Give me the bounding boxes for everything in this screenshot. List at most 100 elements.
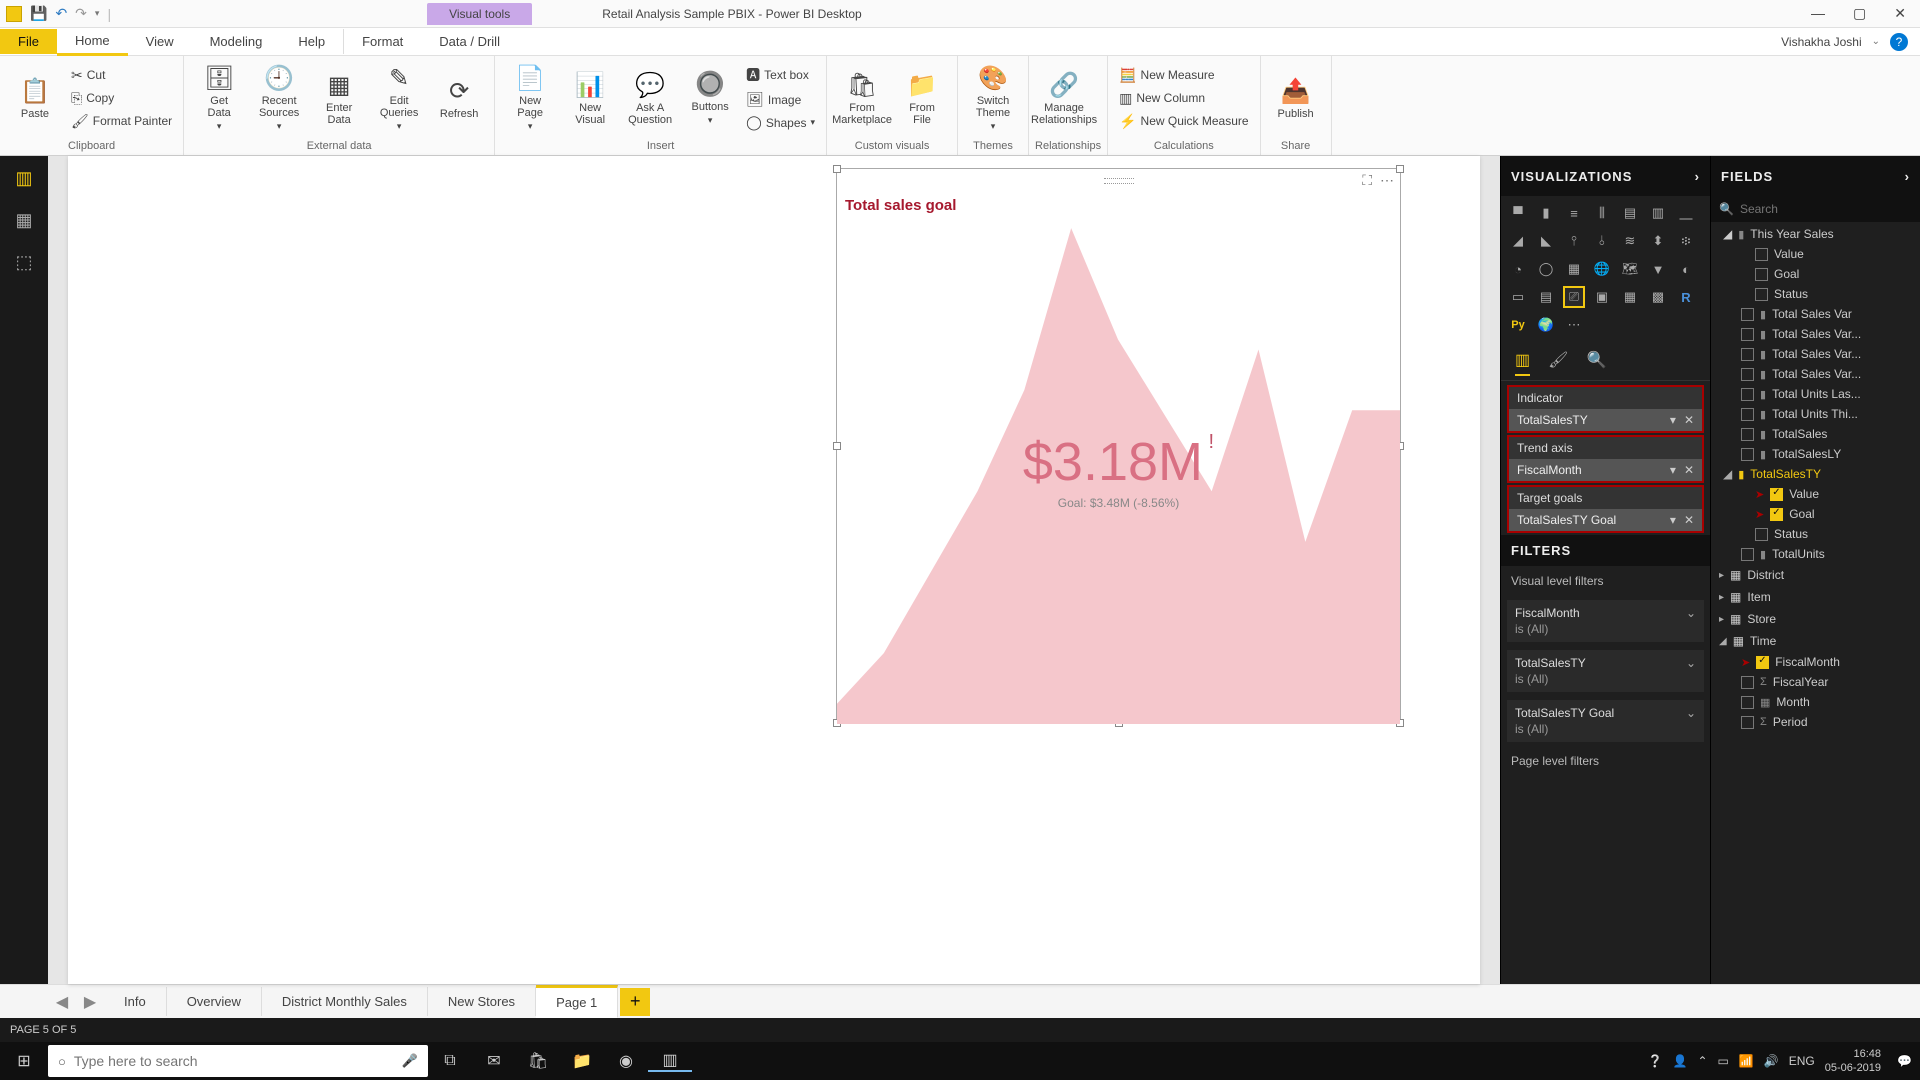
remove-field-icon[interactable]: ✕ — [1684, 513, 1694, 527]
copy-button[interactable]: ⎘Copy — [66, 88, 177, 109]
field-tsty-value[interactable]: ➤Value — [1711, 484, 1920, 504]
viz-100column-icon[interactable]: ▥ — [1647, 202, 1669, 224]
taskbar-search-input[interactable] — [74, 1053, 394, 1069]
field-totalsales[interactable]: ▮TotalSales — [1711, 424, 1920, 444]
viz-table-icon[interactable]: ▦ — [1619, 286, 1641, 308]
get-data-button[interactable]: 🗄Get Data▾ — [190, 59, 248, 137]
tab-file[interactable]: File — [0, 29, 57, 54]
viz-treemap-icon[interactable]: ▦ — [1563, 258, 1585, 280]
remove-field-icon[interactable]: ✕ — [1684, 413, 1694, 427]
analytics-tab-icon[interactable]: 🔍 — [1586, 350, 1606, 376]
filter-totalsalesty[interactable]: TotalSalesTYis (All) ⌄ — [1507, 650, 1704, 692]
store-icon[interactable]: 🛍 — [516, 1051, 560, 1071]
viz-py-icon[interactable]: Py — [1507, 314, 1529, 336]
field-status[interactable]: Status — [1711, 284, 1920, 304]
fields-list[interactable]: ◢▮This Year Sales Value Goal Status ▮Tot… — [1711, 222, 1920, 984]
viz-kpi-icon[interactable]: ⎚ — [1563, 286, 1585, 308]
explorer-icon[interactable]: 📁 — [560, 1051, 604, 1071]
field-total-units-this[interactable]: ▮Total Units Thi... — [1711, 404, 1920, 424]
edit-queries-button[interactable]: ✎Edit Queries▾ — [370, 59, 428, 137]
field-total-units-last[interactable]: ▮Total Units Las... — [1711, 384, 1920, 404]
minimize-icon[interactable]: ― — [1811, 5, 1825, 22]
signed-in-user[interactable]: Vishakha Joshi — [1781, 35, 1862, 49]
field-this-year-sales[interactable]: ◢▮This Year Sales — [1711, 224, 1920, 244]
maximize-icon[interactable]: ▢ — [1853, 5, 1866, 22]
field-goal[interactable]: Goal — [1711, 264, 1920, 284]
qat-dropdown-icon[interactable]: ▾ — [95, 8, 100, 19]
table-time[interactable]: ◢▦Time — [1711, 630, 1920, 652]
new-page-button[interactable]: 📄New Page▾ — [501, 59, 559, 137]
tab-datadrill[interactable]: Data / Drill — [421, 29, 518, 54]
tab-modeling[interactable]: Modeling — [192, 29, 281, 54]
redo-icon[interactable]: ↷ — [75, 5, 87, 22]
tab-home[interactable]: Home — [57, 28, 128, 56]
viz-slicer-icon[interactable]: ▣ — [1591, 286, 1613, 308]
viz-r-icon[interactable]: R — [1675, 286, 1697, 308]
report-page[interactable]: ⛶ ⋯ Total sales goal $3.18M ! Goal: $3.4… — [68, 156, 1480, 984]
enter-data-button[interactable]: ▦Enter Data — [310, 59, 368, 137]
battery-icon[interactable]: ▭ — [1718, 1054, 1729, 1068]
manage-relationships-button[interactable]: 🔗Manage Relationships — [1035, 59, 1093, 137]
viz-100bar-icon[interactable]: ▤ — [1619, 202, 1641, 224]
viz-map-icon[interactable]: 🌐 — [1591, 258, 1613, 280]
field-month[interactable]: ▦Month — [1711, 692, 1920, 712]
page-next-icon[interactable]: ▶ — [76, 992, 104, 1012]
viz-card-icon[interactable]: ▭ — [1507, 286, 1529, 308]
save-icon[interactable]: 💾 — [30, 5, 47, 22]
report-view-icon[interactable]: ▥ — [12, 166, 36, 190]
page-tab-page1[interactable]: Page 1 — [536, 985, 618, 1018]
field-tsty-status[interactable]: Status — [1711, 524, 1920, 544]
new-quick-measure-button[interactable]: ⚡New Quick Measure — [1114, 111, 1253, 132]
field-totalunits[interactable]: ▮TotalUnits — [1711, 544, 1920, 564]
viz-filledmap-icon[interactable]: 🗺 — [1619, 258, 1641, 280]
language-indicator[interactable]: ENG — [1789, 1054, 1815, 1068]
fields-search-input[interactable] — [1740, 202, 1912, 216]
field-totalsalesly[interactable]: ▮TotalSalesLY — [1711, 444, 1920, 464]
well-indicator-item[interactable]: TotalSalesTY ▾✕ — [1507, 409, 1704, 433]
textbox-button[interactable]: 🅰Text box — [741, 63, 820, 87]
field-tsty-goal[interactable]: ➤Goal — [1711, 504, 1920, 524]
switch-theme-button[interactable]: 🎨Switch Theme▾ — [964, 59, 1022, 137]
new-measure-button[interactable]: 🧮New Measure — [1114, 65, 1253, 86]
page-tab-newstores[interactable]: New Stores — [428, 987, 536, 1016]
table-store[interactable]: ▸▦Store — [1711, 608, 1920, 630]
publish-button[interactable]: 📤Publish — [1267, 59, 1325, 137]
powerbi-taskbar-icon[interactable]: ▥ — [648, 1050, 692, 1072]
collapse-pane-icon[interactable]: › — [1695, 169, 1700, 184]
viz-arcgis-icon[interactable]: 🌍 — [1535, 314, 1557, 336]
undo-icon[interactable]: ↶ — [55, 5, 67, 22]
viz-funnel-icon[interactable]: ▼ — [1647, 258, 1669, 280]
from-file-button[interactable]: 📁From File — [893, 59, 951, 137]
visual-grip-icon[interactable] — [1104, 178, 1134, 184]
field-total-sales-var1[interactable]: ▮Total Sales Var... — [1711, 324, 1920, 344]
viz-combo2-icon[interactable]: ⫰ — [1591, 230, 1613, 252]
tab-help[interactable]: Help — [280, 29, 343, 54]
field-fiscalmonth[interactable]: ➤FiscalMonth — [1711, 652, 1920, 672]
field-fiscalyear[interactable]: ΣFiscalYear — [1711, 672, 1920, 692]
format-tab-icon[interactable]: 🖌 — [1548, 350, 1568, 376]
viz-stackedbar-icon[interactable]: ▀ — [1507, 202, 1529, 224]
viz-waterfall-icon[interactable]: ⬍ — [1647, 230, 1669, 252]
viz-combo1-icon[interactable]: ⫯ — [1563, 230, 1585, 252]
tray-chevron-icon[interactable]: ⌃ — [1697, 1054, 1707, 1068]
fields-search[interactable]: 🔍 — [1711, 196, 1920, 222]
fields-tab-icon[interactable]: ▥ — [1515, 350, 1530, 376]
filter-totalsalesty-goal[interactable]: TotalSalesTY Goalis (All) ⌄ — [1507, 700, 1704, 742]
format-painter-button[interactable]: 🖌Format Painter — [66, 111, 177, 132]
buttons-button[interactable]: 🔘Buttons▾ — [681, 59, 739, 137]
chevron-down-icon[interactable]: ▾ — [1670, 463, 1676, 477]
viz-more-icon[interactable]: ⋯ — [1563, 314, 1585, 336]
mail-icon[interactable]: ✉ — [472, 1051, 516, 1071]
help-tray-icon[interactable]: ❔ — [1648, 1054, 1663, 1068]
taskbar-clock[interactable]: 16:48 05-06-2019 — [1825, 1047, 1887, 1075]
field-total-sales-var3[interactable]: ▮Total Sales Var... — [1711, 364, 1920, 384]
task-view-icon[interactable]: ⧉ — [428, 1052, 472, 1070]
focus-mode-icon[interactable]: ⛶ — [1362, 172, 1372, 189]
add-page-button[interactable]: + — [620, 988, 650, 1016]
data-view-icon[interactable]: ▦ — [12, 208, 36, 232]
remove-field-icon[interactable]: ✕ — [1684, 463, 1694, 477]
tab-format[interactable]: Format — [343, 29, 421, 54]
page-tab-dms[interactable]: District Monthly Sales — [262, 987, 428, 1016]
wifi-icon[interactable]: 📶 — [1739, 1054, 1754, 1068]
mic-icon[interactable]: 🎤 — [402, 1053, 418, 1069]
